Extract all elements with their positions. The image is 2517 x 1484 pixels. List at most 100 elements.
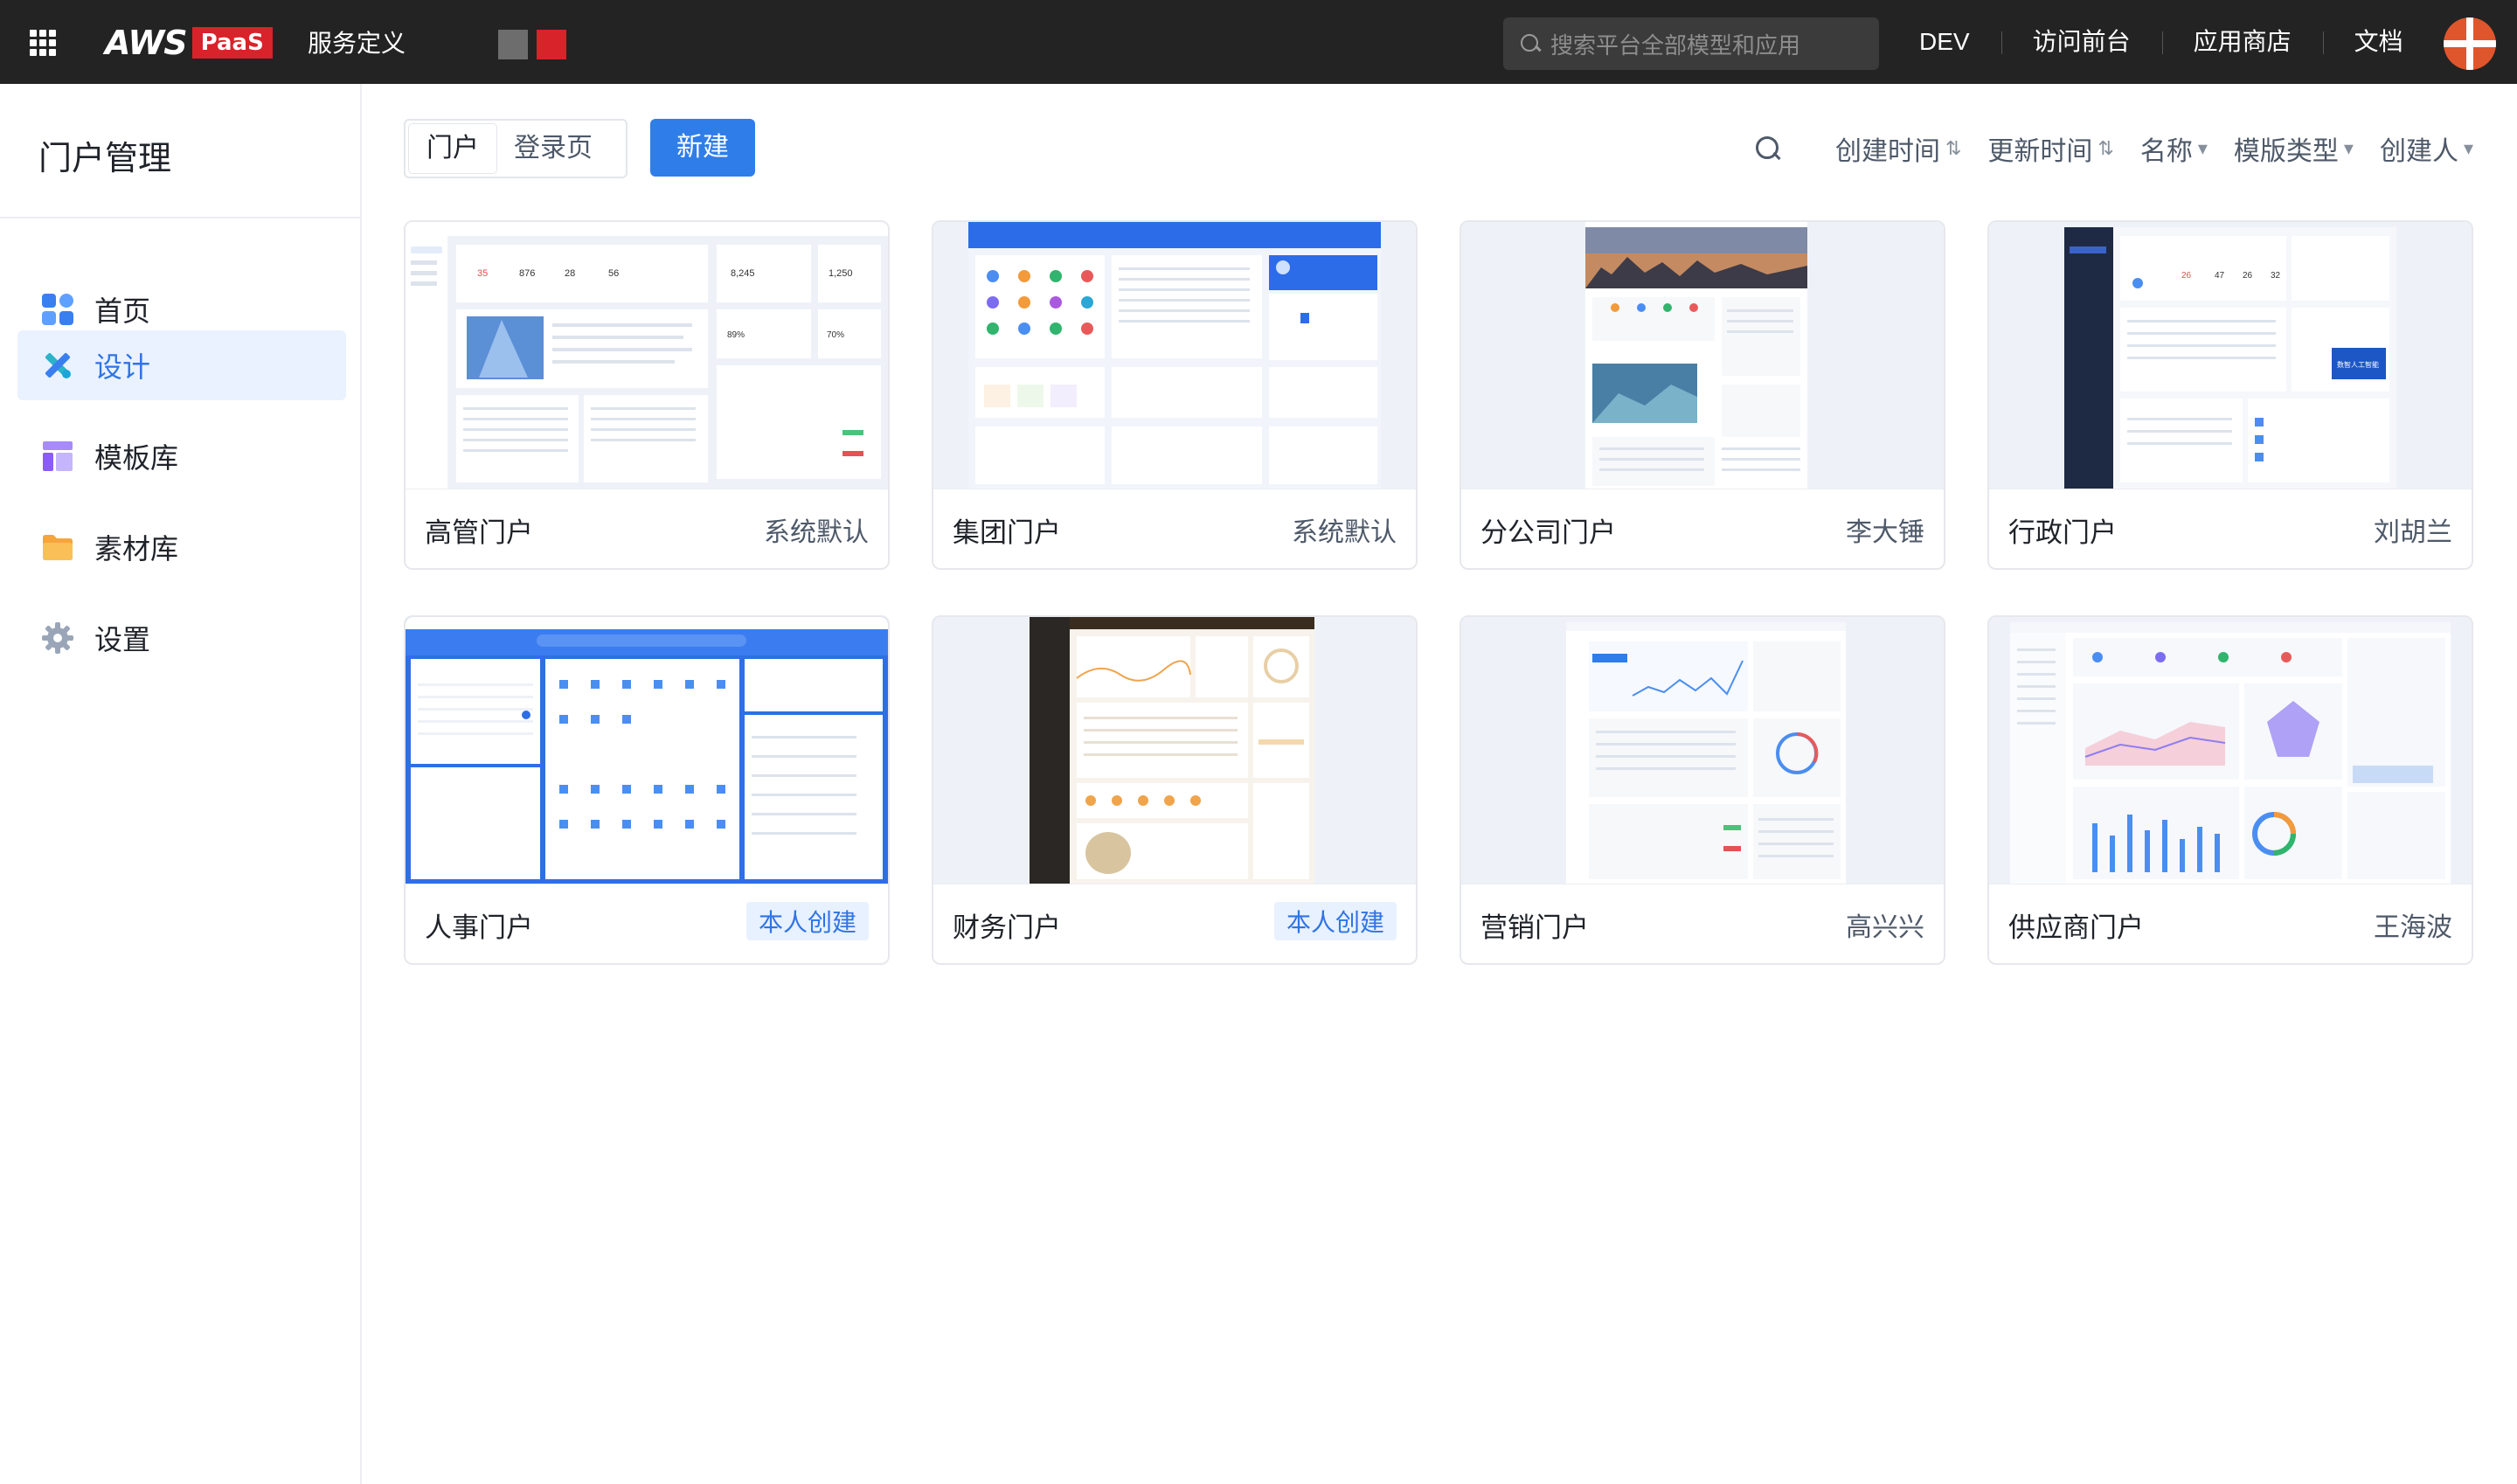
svg-text:数智人工智能: 数智人工智能 bbox=[2337, 360, 2379, 369]
sidebar-item-label: 设置 bbox=[94, 624, 151, 655]
svg-text:26: 26 bbox=[2181, 271, 2192, 281]
portal-thumbnail bbox=[1989, 617, 2472, 884]
sidebar-item-materials[interactable]: 素材库 bbox=[17, 512, 346, 582]
sort-label: 创建时间 bbox=[1834, 137, 1940, 166]
portal-card-executive[interactable]: 35 876 28 56 8,245 1,250 89% 70% 高管门户 系统默认 bbox=[404, 220, 890, 570]
sidebar-divider bbox=[0, 217, 362, 218]
sort-icon: ⇅ bbox=[2098, 137, 2114, 159]
sidebar-item-settings[interactable]: 设置 bbox=[17, 603, 346, 673]
portal-owner-tag: 本人创建 bbox=[745, 902, 869, 940]
svg-text:876: 876 bbox=[519, 268, 535, 279]
theme-swatch-red[interactable] bbox=[537, 30, 566, 59]
portal-thumbnail: 35 876 28 56 8,245 1,250 89% 70% bbox=[406, 222, 888, 489]
aws-paas-logo[interactable]: AWS PaaS bbox=[105, 24, 273, 61]
app-title: 服务定义 bbox=[308, 30, 406, 57]
sort-icon: ⇅ bbox=[1945, 137, 1962, 159]
portal-name: 财务门户 bbox=[953, 912, 1061, 943]
search-icon bbox=[1519, 32, 1542, 55]
new-portal-button[interactable]: 新建 bbox=[650, 119, 755, 177]
portal-owner: 刘胡兰 bbox=[2374, 518, 2452, 547]
portal-thumbnail bbox=[1461, 617, 1944, 884]
chevron-down-icon: ▾ bbox=[2197, 137, 2208, 159]
portal-thumbnail: 26 47 26 32 数智人工智能 bbox=[1989, 222, 2472, 489]
portal-name: 营销门户 bbox=[1480, 912, 1589, 943]
portal-owner: 系统默认 bbox=[764, 518, 869, 547]
sidebar-item-design[interactable]: 设计 bbox=[17, 330, 346, 400]
sort-label: 更新时间 bbox=[1987, 137, 2093, 166]
portal-card-marketing[interactable]: 营销门户 高兴兴 bbox=[1460, 615, 1945, 965]
portal-name: 高管门户 bbox=[425, 517, 533, 548]
user-avatar[interactable] bbox=[2444, 17, 2496, 70]
gear-icon bbox=[40, 621, 75, 655]
filter-name[interactable]: 名称 ▾ bbox=[2140, 129, 2208, 168]
portal-name: 行政门户 bbox=[2008, 517, 2117, 548]
chevron-down-icon: ▾ bbox=[2463, 137, 2473, 159]
portal-name: 人事门户 bbox=[425, 912, 533, 943]
portal-owner: 王海波 bbox=[2374, 913, 2452, 942]
portal-name: 集团门户 bbox=[953, 517, 1061, 548]
sidebar-item-label: 素材库 bbox=[94, 533, 179, 565]
search-placeholder: 搜索平台全部模型和应用 bbox=[1550, 31, 1801, 59]
portal-type-toggle: 门户 登录页 bbox=[404, 119, 628, 178]
global-search-input[interactable]: 搜索平台全部模型和应用 bbox=[1503, 17, 1879, 70]
svg-text:47: 47 bbox=[2215, 271, 2225, 281]
svg-text:56: 56 bbox=[608, 268, 619, 279]
portal-card-supplier[interactable]: 供应商门户 王海波 bbox=[1987, 615, 2473, 965]
portal-card-finance[interactable]: 财务门户 本人创建 bbox=[932, 615, 1418, 965]
filter-creator[interactable]: 创建人 ▾ bbox=[2380, 129, 2473, 168]
sidebar: 门户管理 首页 设计 模板库 素材库 设置 bbox=[0, 84, 362, 1484]
portal-thumbnail bbox=[933, 222, 1416, 489]
template-icon bbox=[40, 439, 75, 474]
tab-login-page[interactable]: 登录页 bbox=[496, 124, 610, 173]
nav-link-frontend[interactable]: 访问前台 bbox=[2000, 0, 2162, 84]
nav-link-app-store[interactable]: 应用商店 bbox=[2161, 0, 2323, 84]
filter-template-type[interactable]: 模版类型 ▾ bbox=[2234, 129, 2354, 168]
sort-bar: 创建时间 ⇅ 更新时间 ⇅ 名称 ▾ 模版类型 ▾ 创建人 ▾ bbox=[1753, 129, 2473, 168]
portal-owner: 高兴兴 bbox=[1846, 913, 1924, 942]
svg-text:70%: 70% bbox=[827, 330, 844, 340]
portal-thumbnail bbox=[406, 617, 888, 884]
design-tools-icon bbox=[40, 348, 75, 383]
sort-label: 模版类型 bbox=[2233, 137, 2339, 166]
home-grid-icon bbox=[40, 292, 75, 327]
chevron-down-icon: ▾ bbox=[2343, 137, 2354, 159]
sort-label: 创建人 bbox=[2379, 137, 2458, 166]
portal-owner-tag: 本人创建 bbox=[1273, 902, 1397, 940]
sort-created-time[interactable]: 创建时间 ⇅ bbox=[1835, 129, 1961, 168]
tab-portal[interactable]: 门户 bbox=[409, 124, 496, 173]
sidebar-item-label: 模板库 bbox=[94, 442, 179, 474]
logo-badge: PaaS bbox=[191, 27, 273, 59]
svg-text:1,250: 1,250 bbox=[829, 268, 853, 279]
sidebar-item-label: 首页 bbox=[94, 295, 151, 327]
portal-thumbnail bbox=[1461, 222, 1944, 489]
sort-label: 名称 bbox=[2139, 137, 2193, 166]
portal-card-hr[interactable]: 人事门户 本人创建 bbox=[404, 615, 890, 965]
logo-brand: AWS bbox=[105, 24, 188, 62]
svg-text:35: 35 bbox=[477, 268, 488, 279]
svg-text:8,245: 8,245 bbox=[731, 268, 755, 279]
top-bar: AWS PaaS 服务定义 搜索平台全部模型和应用 DEV 访问前台 应用商店 … bbox=[0, 0, 2517, 84]
portal-owner: 系统默认 bbox=[1292, 518, 1397, 547]
portal-card-branch[interactable]: 分公司门户 李大锤 bbox=[1460, 220, 1945, 570]
sort-updated-time[interactable]: 更新时间 ⇅ bbox=[1987, 129, 2113, 168]
svg-text:89%: 89% bbox=[727, 330, 745, 340]
sidebar-title: 门户管理 bbox=[38, 141, 172, 177]
app-grid-icon[interactable] bbox=[30, 30, 56, 56]
top-nav-links: DEV 访问前台 应用商店 文档 bbox=[1888, 0, 2435, 84]
portal-owner: 李大锤 bbox=[1846, 518, 1924, 547]
theme-swatch-gray[interactable] bbox=[498, 30, 528, 59]
nav-link-docs[interactable]: 文档 bbox=[2322, 0, 2435, 84]
folder-icon bbox=[40, 530, 75, 565]
portal-name: 供应商门户 bbox=[2008, 912, 2144, 943]
portal-card-group[interactable]: 集团门户 系统默认 bbox=[932, 220, 1418, 570]
nav-link-dev[interactable]: DEV bbox=[1888, 0, 2001, 84]
sidebar-item-label: 设计 bbox=[94, 351, 151, 383]
search-icon[interactable] bbox=[1753, 134, 1783, 163]
sidebar-item-templates[interactable]: 模板库 bbox=[17, 421, 346, 491]
portal-thumbnail bbox=[933, 617, 1416, 884]
svg-text:28: 28 bbox=[565, 268, 575, 279]
portal-name: 分公司门户 bbox=[1480, 517, 1616, 548]
svg-text:32: 32 bbox=[2271, 271, 2281, 281]
svg-text:26: 26 bbox=[2243, 271, 2253, 281]
portal-card-admin[interactable]: 26 47 26 32 数智人工智能 行政门户 刘胡兰 bbox=[1987, 220, 2473, 570]
